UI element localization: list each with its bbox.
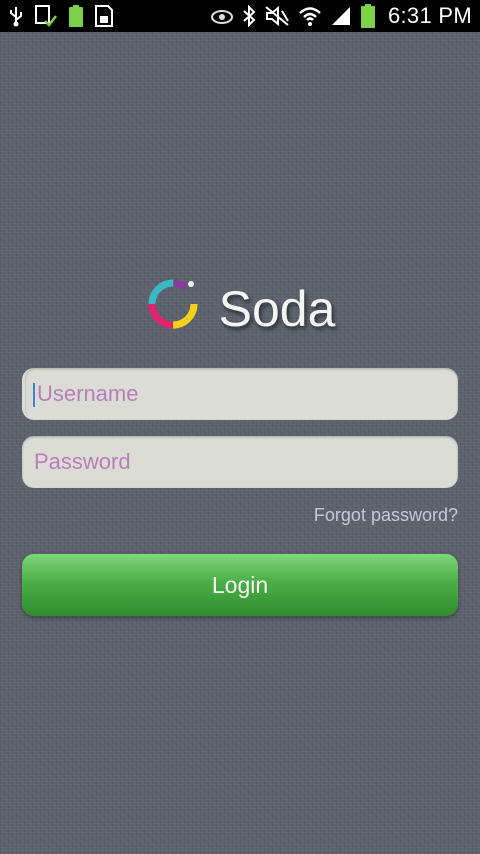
- eye-icon: [210, 7, 234, 25]
- battery-icon: [360, 3, 376, 29]
- bluetooth-icon: [242, 5, 256, 27]
- app-logo: Soda: [0, 276, 480, 337]
- battery-notification-icon: [68, 4, 84, 28]
- soda-ring-logo-icon: [145, 276, 201, 337]
- device-check-icon: [34, 4, 58, 28]
- status-time: 6:31 PM: [387, 3, 472, 28]
- wifi-icon: [298, 5, 322, 27]
- username-input[interactable]: [22, 368, 458, 420]
- app-title: Soda: [218, 280, 336, 337]
- status-bar-system: 6:31 PM: [210, 0, 472, 32]
- forgot-password-link[interactable]: Forgot password?: [314, 505, 458, 526]
- login-button[interactable]: Login: [22, 554, 458, 616]
- password-input[interactable]: [22, 436, 458, 488]
- status-bar: 6:31 PM: [0, 0, 480, 32]
- text-cursor: [33, 383, 35, 407]
- usb-icon: [8, 5, 24, 27]
- signal-icon: [330, 5, 352, 27]
- mute-icon: [264, 5, 290, 27]
- status-bar-notifications: [8, 0, 114, 32]
- sd-card-icon: [94, 4, 114, 28]
